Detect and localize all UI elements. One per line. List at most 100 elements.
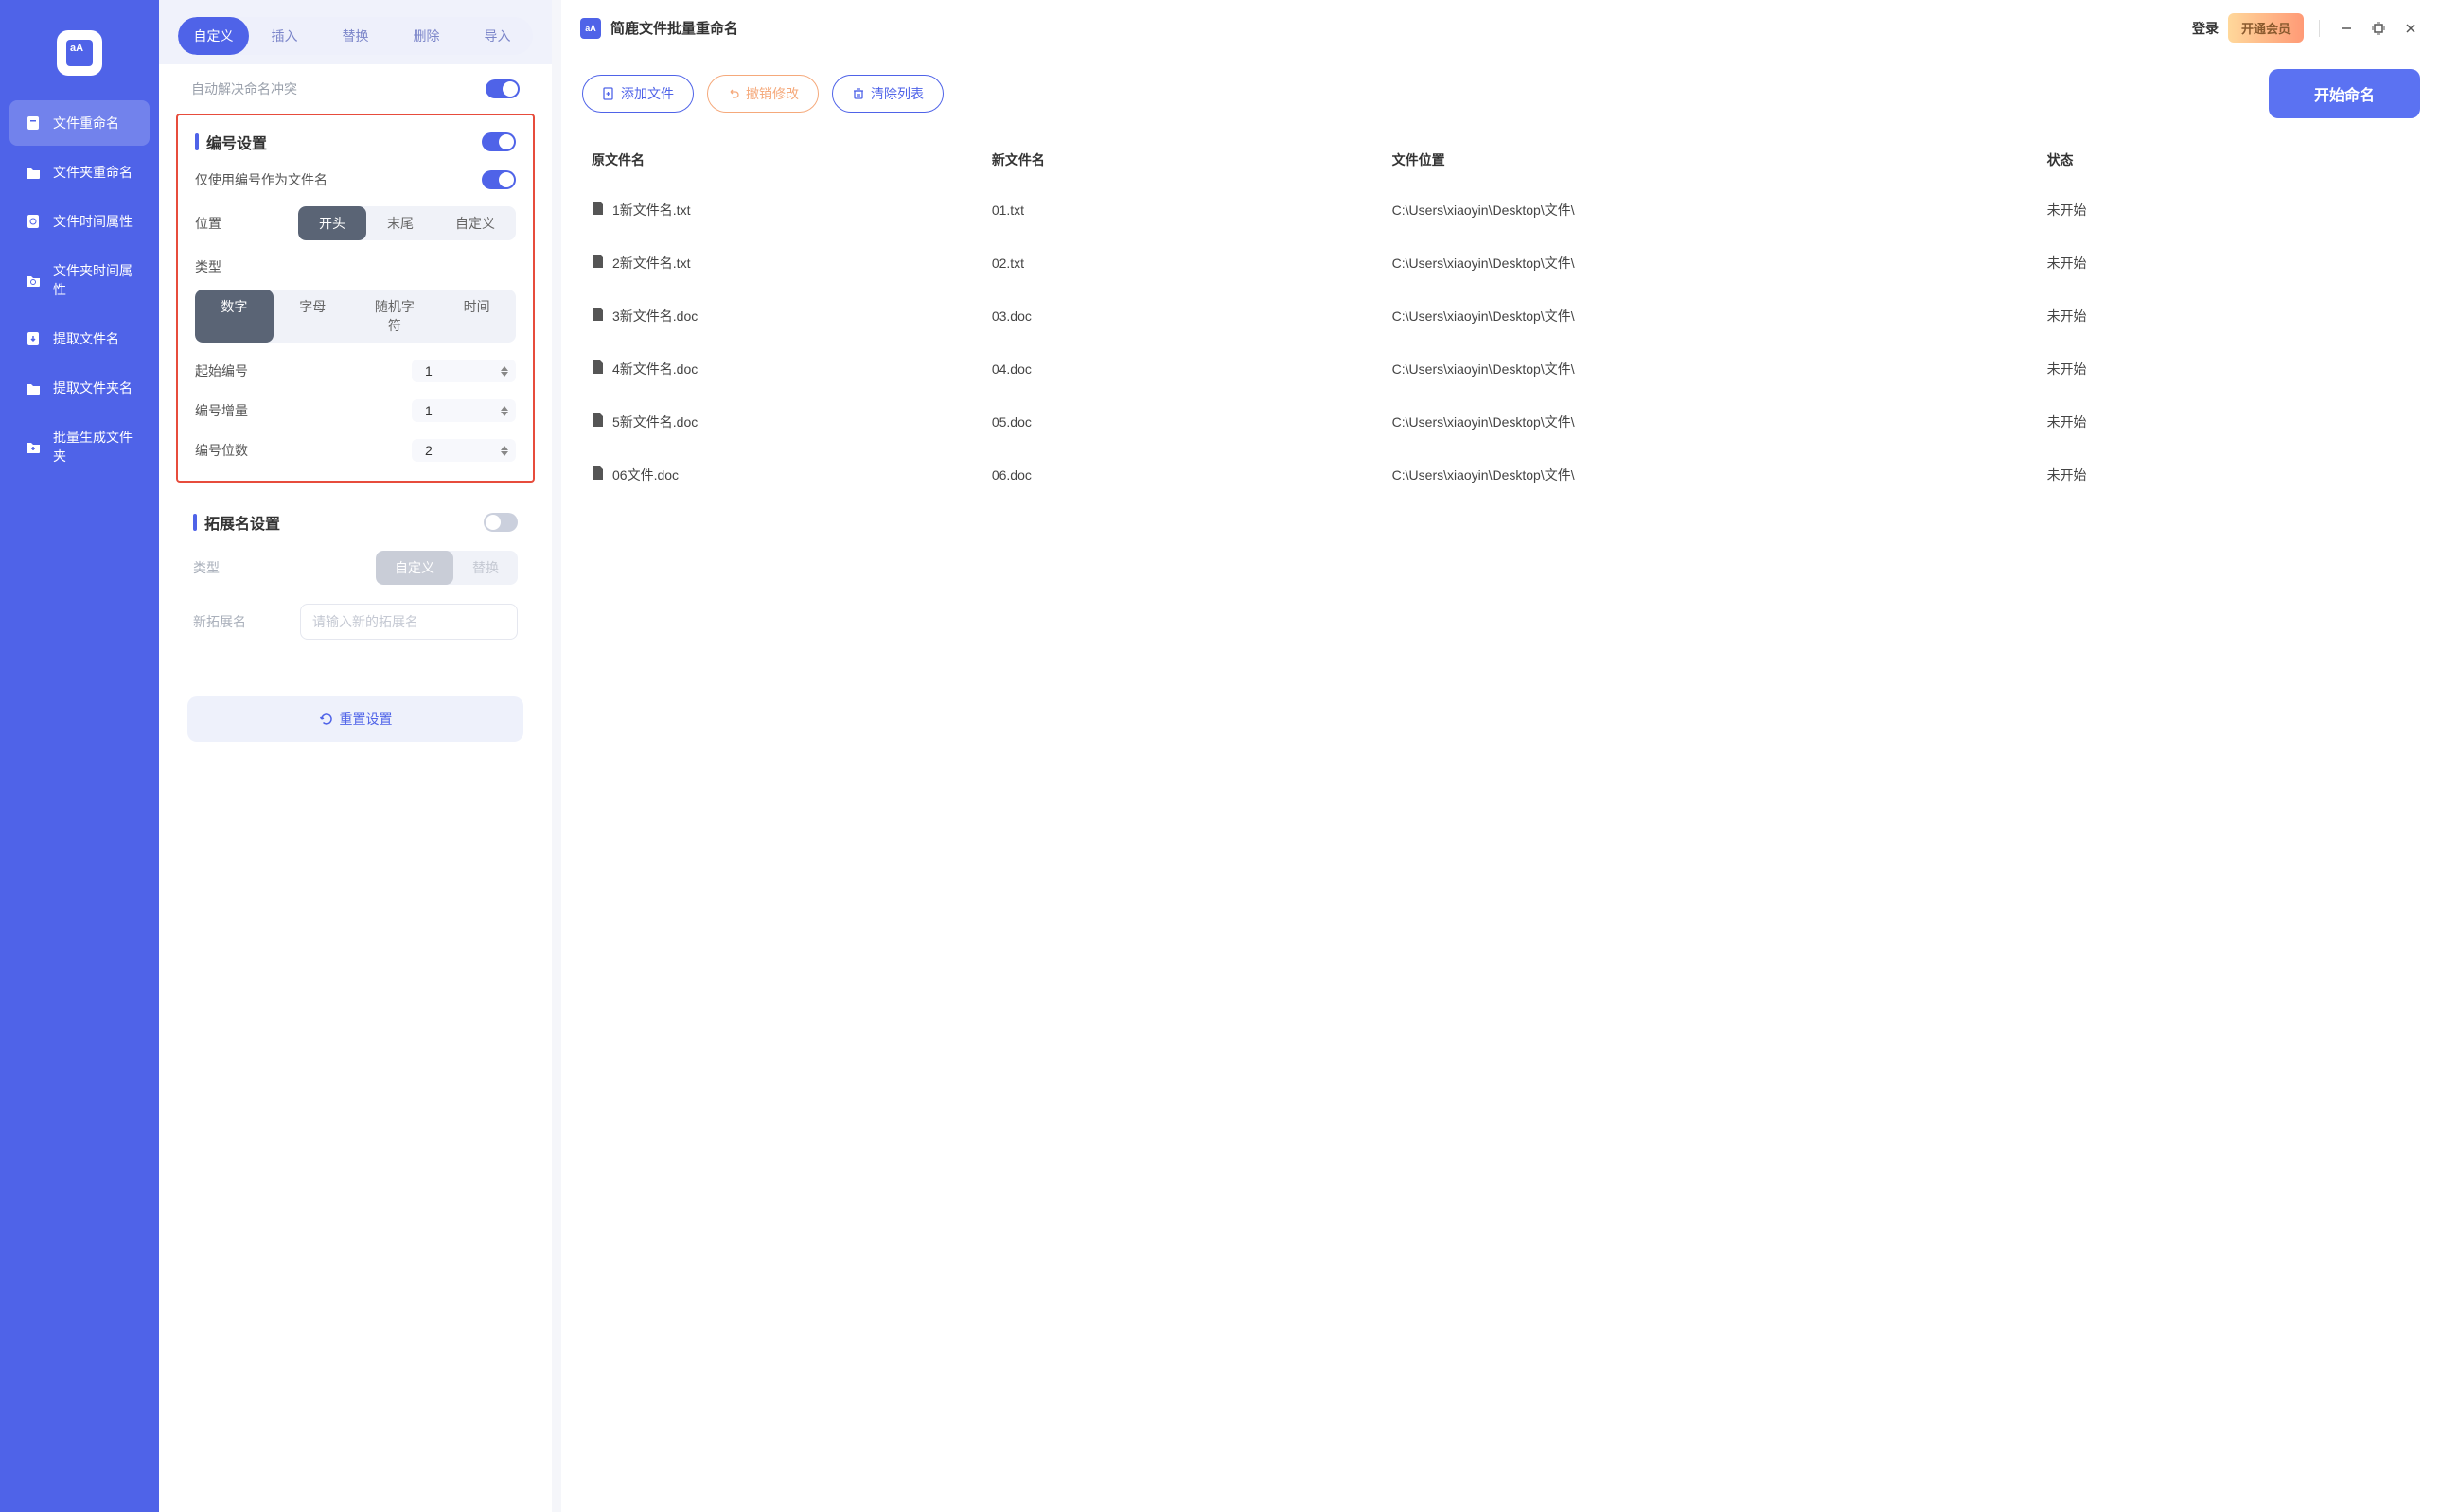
stepper-down-icon[interactable] bbox=[501, 412, 508, 416]
original-name: 3新文件名.doc bbox=[612, 307, 698, 325]
original-name: 1新文件名.txt bbox=[612, 201, 690, 220]
maximize-button[interactable] bbox=[2367, 17, 2390, 40]
table-row[interactable]: 2新文件名.txt02.txtC:\Users\xiaoyin\Desktop\… bbox=[582, 237, 2420, 290]
table-row[interactable]: 5新文件名.doc05.docC:\Users\xiaoyin\Desktop\… bbox=[582, 396, 2420, 448]
clock-folder-icon bbox=[25, 272, 42, 289]
file-icon bbox=[592, 466, 605, 481]
original-name: 5新文件名.doc bbox=[612, 413, 698, 431]
nav-file-time[interactable]: 文件时间属性 bbox=[9, 199, 150, 244]
clear-label: 清除列表 bbox=[871, 84, 924, 103]
type-number[interactable]: 数字 bbox=[195, 290, 274, 343]
type-segment: 数字 字母 随机字符 时间 bbox=[195, 290, 516, 343]
position-start[interactable]: 开头 bbox=[298, 206, 366, 240]
sidebar: 文件重命名 文件夹重命名 文件时间属性 文件夹时间属性 提取文件名 提取文件夹名… bbox=[0, 0, 159, 1512]
vip-button[interactable]: 开通会员 bbox=[2228, 13, 2304, 43]
only-number-label: 仅使用编号作为文件名 bbox=[195, 170, 327, 189]
header-location: 文件位置 bbox=[1392, 150, 2047, 169]
tab-custom[interactable]: 自定义 bbox=[178, 17, 249, 55]
ext-section-title: 拓展名设置 bbox=[193, 511, 280, 534]
nav-label: 提取文件夹名 bbox=[53, 378, 133, 397]
clear-button[interactable]: 清除列表 bbox=[832, 75, 944, 113]
ext-type-replace[interactable]: 替换 bbox=[453, 551, 518, 585]
number-section: 编号设置 仅使用编号作为文件名 位置 开头 末尾 自定义 类型 数字 bbox=[176, 114, 535, 483]
nav-label: 文件重命名 bbox=[53, 114, 119, 132]
app-title: 简鹿文件批量重命名 bbox=[610, 18, 738, 38]
add-folder-icon bbox=[25, 438, 42, 455]
stepper-up-icon[interactable] bbox=[501, 446, 508, 450]
start-button[interactable]: 开始命名 bbox=[2269, 69, 2420, 118]
auto-resolve-toggle[interactable] bbox=[486, 79, 520, 98]
nav-label: 文件时间属性 bbox=[53, 212, 133, 231]
stepper-down-icon[interactable] bbox=[501, 372, 508, 377]
start-number-input[interactable]: 1 bbox=[412, 360, 516, 382]
ext-section: 拓展名设置 类型 自定义 替换 新拓展名 bbox=[176, 496, 535, 677]
digits-input[interactable]: 2 bbox=[412, 439, 516, 462]
position-custom[interactable]: 自定义 bbox=[434, 206, 516, 240]
status: 未开始 bbox=[2047, 414, 2087, 430]
nav-folder-time[interactable]: 文件夹时间属性 bbox=[9, 248, 150, 312]
increment-input[interactable]: 1 bbox=[412, 399, 516, 422]
status: 未开始 bbox=[2047, 467, 2087, 483]
file-location: C:\Users\xiaoyin\Desktop\文件\ bbox=[1392, 202, 1575, 218]
table-row[interactable]: 1新文件名.txt 01.txt C:\Users\xiaoyin\Desktop\… bbox=[582, 184, 2420, 237]
main-panel: aA 简鹿文件批量重命名 登录 开通会员 添加文件 撤销修改 清除列表 bbox=[561, 0, 2441, 1512]
position-label: 位置 bbox=[195, 214, 221, 233]
toolbar: 添加文件 撤销修改 清除列表 开始命名 bbox=[561, 56, 2441, 137]
tab-delete[interactable]: 删除 bbox=[391, 17, 462, 55]
undo-label: 撤销修改 bbox=[746, 84, 799, 103]
new-name: 04.doc bbox=[992, 361, 1032, 377]
nav-folder-rename[interactable]: 文件夹重命名 bbox=[9, 149, 150, 195]
close-button[interactable] bbox=[2399, 17, 2422, 40]
new-name: 01.txt bbox=[992, 202, 1024, 218]
status: 未开始 bbox=[2047, 255, 2087, 271]
type-letter[interactable]: 字母 bbox=[274, 290, 352, 343]
ext-toggle[interactable] bbox=[484, 513, 518, 532]
only-number-toggle[interactable] bbox=[482, 170, 516, 189]
file-icon bbox=[592, 254, 605, 269]
file-location: C:\Users\xiaoyin\Desktop\文件\ bbox=[1392, 308, 1575, 324]
type-time[interactable]: 时间 bbox=[437, 290, 516, 343]
table-row[interactable]: 4新文件名.doc04.docC:\Users\xiaoyin\Desktop\… bbox=[582, 343, 2420, 396]
clock-file-icon bbox=[25, 213, 42, 230]
tab-replace[interactable]: 替换 bbox=[320, 17, 391, 55]
nav-file-rename[interactable]: 文件重命名 bbox=[9, 100, 150, 146]
stepper-up-icon[interactable] bbox=[501, 406, 508, 411]
extract-folder-icon bbox=[25, 379, 42, 396]
file-table: 原文件名 新文件名 文件位置 状态 1新文件名.txt01.txtC:\User… bbox=[561, 137, 2441, 1512]
reset-label: 重置设置 bbox=[340, 710, 393, 729]
minimize-button[interactable] bbox=[2335, 17, 2358, 40]
add-file-icon bbox=[602, 87, 615, 100]
nav-extract-foldername[interactable]: 提取文件夹名 bbox=[9, 365, 150, 411]
nav-extract-filename[interactable]: 提取文件名 bbox=[9, 316, 150, 361]
digits-value: 2 bbox=[419, 443, 433, 458]
header-status: 状态 bbox=[2047, 150, 2411, 169]
add-file-label: 添加文件 bbox=[621, 84, 674, 103]
new-ext-input[interactable] bbox=[300, 604, 518, 640]
file-icon bbox=[25, 114, 42, 132]
status: 未开始 bbox=[2047, 308, 2087, 324]
status: 未开始 bbox=[2047, 202, 2087, 218]
ext-type-label: 类型 bbox=[193, 558, 220, 577]
stepper-up-icon[interactable] bbox=[501, 366, 508, 371]
file-icon bbox=[592, 360, 605, 375]
increment-label: 编号增量 bbox=[195, 401, 248, 420]
type-random[interactable]: 随机字符 bbox=[352, 290, 438, 343]
status: 未开始 bbox=[2047, 361, 2087, 377]
table-row[interactable]: 06文件.doc06.docC:\Users\xiaoyin\Desktop\文… bbox=[582, 448, 2420, 501]
add-file-button[interactable]: 添加文件 bbox=[582, 75, 694, 113]
reset-button[interactable]: 重置设置 bbox=[187, 696, 523, 742]
login-link[interactable]: 登录 bbox=[2192, 19, 2219, 38]
nav-batch-folder[interactable]: 批量生成文件夹 bbox=[9, 414, 150, 479]
undo-button[interactable]: 撤销修改 bbox=[707, 75, 819, 113]
tab-import[interactable]: 导入 bbox=[462, 17, 533, 55]
table-row[interactable]: 3新文件名.doc03.docC:\Users\xiaoyin\Desktop\… bbox=[582, 290, 2420, 343]
settings-panel: 自定义 插入 替换 删除 导入 自动解决命名冲突 编号设置 仅使用编号作为文件名… bbox=[159, 0, 552, 1512]
stepper-down-icon[interactable] bbox=[501, 451, 508, 456]
number-toggle[interactable] bbox=[482, 132, 516, 151]
position-end[interactable]: 末尾 bbox=[366, 206, 434, 240]
position-segment: 开头 末尾 自定义 bbox=[298, 206, 516, 240]
tab-insert[interactable]: 插入 bbox=[249, 17, 320, 55]
file-location: C:\Users\xiaoyin\Desktop\文件\ bbox=[1392, 414, 1575, 430]
file-icon bbox=[592, 413, 605, 428]
ext-type-custom[interactable]: 自定义 bbox=[376, 551, 453, 585]
